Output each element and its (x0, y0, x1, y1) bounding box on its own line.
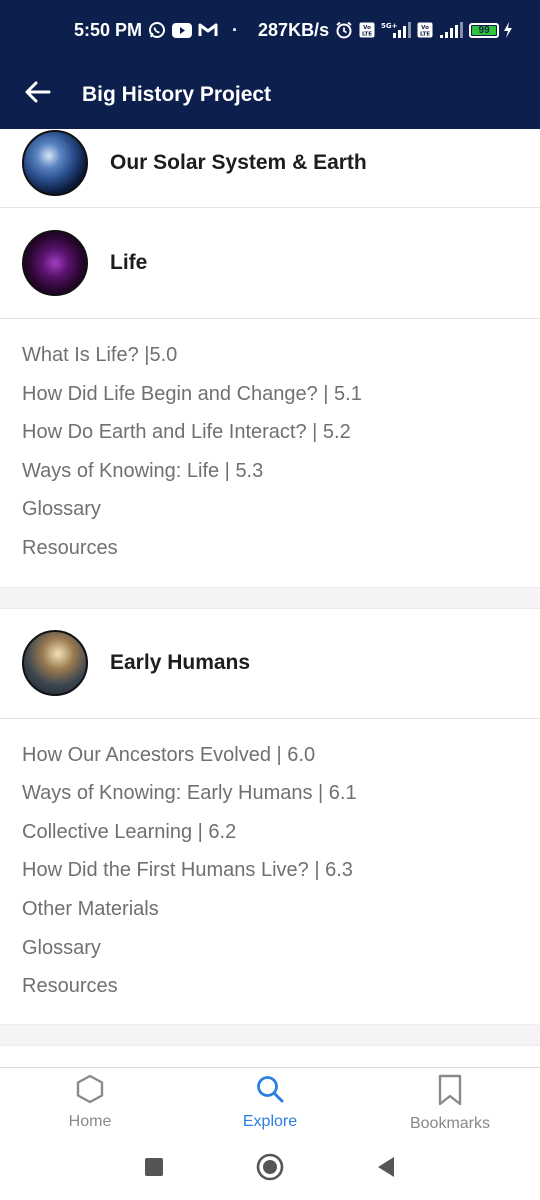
hexagon-icon (76, 1074, 104, 1109)
search-icon (255, 1074, 285, 1109)
list-item[interactable]: Other Materials (22, 890, 540, 929)
whatsapp-icon (148, 21, 166, 39)
circle-icon (256, 1153, 284, 1186)
home-button[interactable] (250, 1150, 290, 1190)
section-title: Early Humans (110, 651, 251, 675)
list-item[interactable]: How Did Life Begin and Change? | 5.1 (22, 375, 540, 414)
system-nav-bar (0, 1139, 540, 1200)
list-item[interactable]: How Our Ancestors Evolved | 6.0 (22, 736, 540, 775)
list-item[interactable]: Resources (22, 529, 540, 568)
nav-home-label: Home (68, 1113, 112, 1130)
list-item[interactable]: How Do Earth and Life Interact? | 5.2 (22, 413, 540, 452)
section-header-early-humans[interactable]: Early Humans (0, 608, 540, 719)
list-item[interactable]: What Is Life? |5.0 (22, 336, 540, 375)
list-item[interactable]: Resources (22, 967, 540, 1006)
section-header-life[interactable]: Life (0, 208, 540, 319)
back-button[interactable] (18, 75, 58, 115)
early-humans-link-list: How Our Ancestors Evolved | 6.0 Ways of … (0, 719, 540, 1024)
svg-text:Vo: Vo (421, 25, 429, 31)
list-item[interactable]: Collective Learning | 6.2 (22, 813, 540, 852)
bottom-nav: Home Explore Bookmarks (0, 1067, 540, 1139)
nav-home[interactable]: Home (0, 1068, 180, 1139)
svg-text:LTE: LTE (420, 32, 430, 38)
list-item[interactable]: Glossary (22, 929, 540, 968)
signal-icon (439, 21, 464, 39)
status-dot: · (232, 19, 239, 40)
triangle-back-icon (376, 1156, 396, 1183)
section-title: Life (110, 251, 148, 274)
section-header-solar-system[interactable]: Our Solar System & Earth (0, 129, 540, 208)
alarm-icon (335, 21, 353, 39)
section-divider (0, 586, 540, 609)
content-list[interactable]: Our Solar System & Earth Life What Is Li… (0, 129, 540, 1067)
volte-icon: Vo LTE (359, 22, 375, 38)
recents-button[interactable] (134, 1150, 174, 1190)
nav-bookmarks[interactable]: Bookmarks (360, 1068, 540, 1139)
volte-icon: Vo LTE (417, 22, 433, 38)
list-item[interactable]: Glossary (22, 490, 540, 529)
nav-explore-label: Explore (242, 1113, 298, 1130)
nav-bookmarks-label: Bookmarks (409, 1115, 491, 1132)
list-item[interactable]: How Did the First Humans Live? | 6.3 (22, 851, 540, 890)
list-item[interactable]: Ways of Knowing: Life | 5.3 (22, 452, 540, 491)
svg-text:5G+: 5G+ (381, 22, 398, 30)
life-link-list: What Is Life? |5.0 How Did Life Begin an… (0, 319, 540, 587)
5g-signal-icon: 5G+ (381, 21, 412, 39)
youtube-icon (172, 22, 193, 38)
gmail-icon (198, 23, 218, 37)
status-bar: 5:50 PM · 287KB/s Vo LTE 5G+ Vo LTE 99 (0, 0, 540, 60)
arrow-back-icon (25, 81, 51, 108)
section-title: Our Solar System & Earth (110, 151, 367, 174)
network-speed: 287KB/s (258, 19, 330, 40)
svg-text:Vo: Vo (363, 25, 371, 31)
nav-explore[interactable]: Explore (180, 1068, 360, 1139)
section-divider (0, 1023, 540, 1046)
early-humans-image (22, 630, 88, 697)
earth-image (22, 130, 88, 196)
status-time: 5:50 PM (74, 19, 143, 40)
app-bar: Big History Project (0, 60, 540, 129)
cells-image (22, 230, 88, 296)
page-title: Big History Project (82, 82, 272, 106)
charging-icon (503, 22, 513, 38)
back-nav-button[interactable] (366, 1150, 406, 1190)
list-item[interactable]: Ways of Knowing: Early Humans | 6.1 (22, 774, 540, 813)
bookmark-icon (437, 1074, 463, 1111)
battery-level: 99 (472, 25, 497, 35)
svg-text:LTE: LTE (362, 32, 372, 38)
battery-icon: 99 (469, 22, 500, 38)
square-icon (144, 1157, 164, 1182)
